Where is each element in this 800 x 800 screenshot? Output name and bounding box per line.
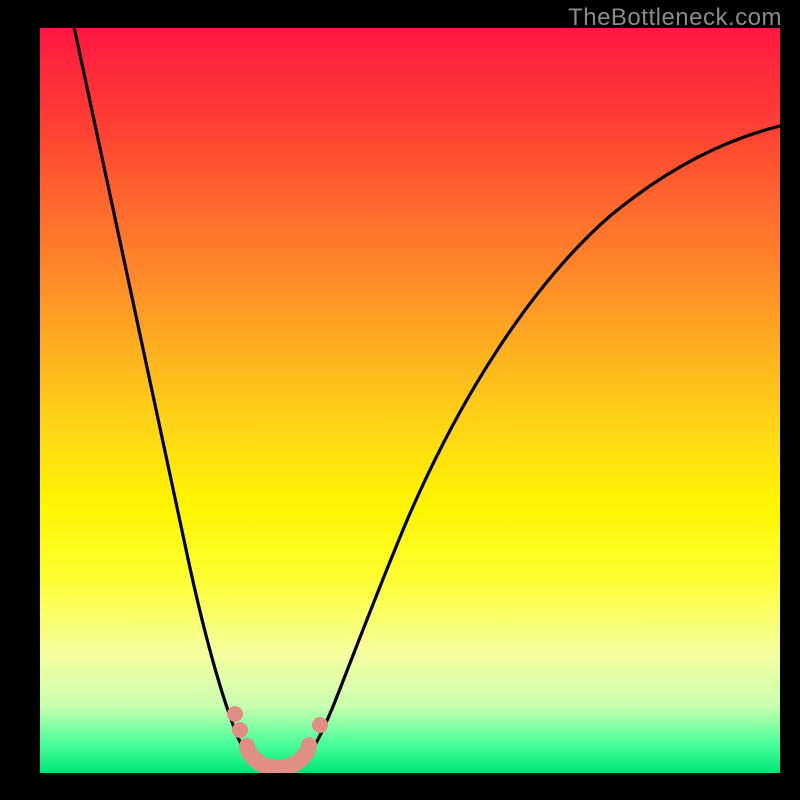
bottleneck-curve <box>70 28 780 766</box>
chart-container: TheBottleneck.com <box>0 0 800 800</box>
curve-valley-arc <box>248 750 308 768</box>
watermark-text: TheBottleneck.com <box>568 4 782 32</box>
curve-marker <box>232 722 248 738</box>
curve-marker <box>227 706 243 722</box>
bottleneck-curve-svg <box>40 28 780 773</box>
curve-marker <box>312 717 328 733</box>
bottleneck-plot <box>40 28 780 773</box>
